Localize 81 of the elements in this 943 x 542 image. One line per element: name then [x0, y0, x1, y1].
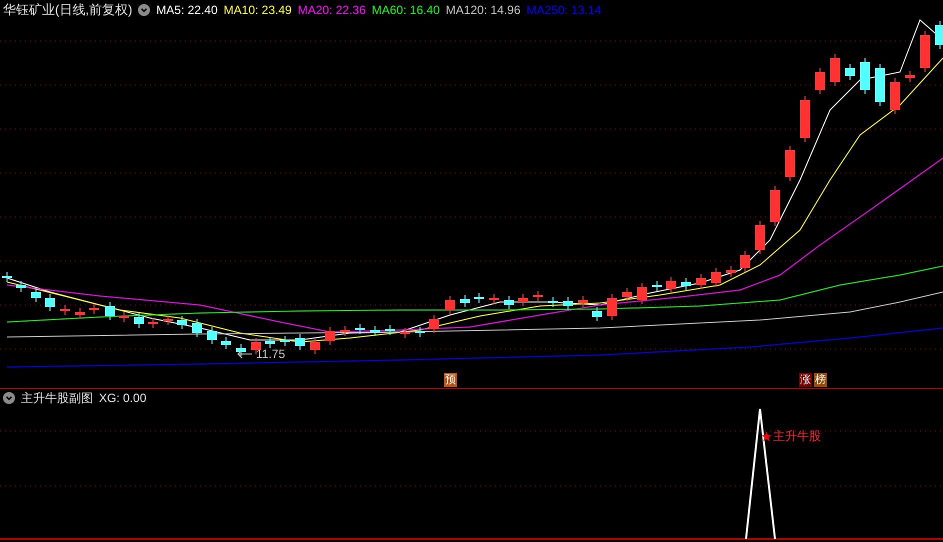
chart-title: 华钰矿业(日线,前复权): [3, 0, 132, 19]
candlestick: [681, 278, 691, 290]
candlestick: [474, 292, 484, 304]
candlestick: [429, 314, 439, 334]
candlestick: [340, 326, 350, 336]
candlestick: [830, 54, 840, 86]
candlestick: [637, 282, 647, 304]
candlestick: [607, 294, 617, 320]
moving-average-value: MA10: 23.49: [224, 2, 292, 18]
star-icon: [761, 430, 772, 442]
candlestick: [548, 296, 558, 308]
candlestick: [236, 344, 246, 356]
moving-average-value: MA20: 22.36: [298, 2, 366, 18]
arrow-icon: [237, 350, 252, 358]
candlestick: [45, 294, 55, 312]
candlestick: [445, 296, 455, 314]
candlestick: [265, 336, 275, 348]
candlestick: [622, 288, 632, 302]
candlestick: [89, 304, 99, 314]
candlestick: [75, 308, 85, 320]
candlestick: [177, 316, 187, 330]
candlestick: [16, 280, 26, 292]
candlestick: [60, 304, 70, 316]
candlestick: [295, 334, 305, 350]
candlestick: [192, 318, 202, 338]
indicator-title: 主升牛股副图: [21, 390, 93, 407]
candlestick: [518, 294, 528, 306]
moving-average-value: MA120: 14.96: [446, 2, 521, 18]
candlestick: [770, 186, 780, 226]
candlestick: [504, 296, 514, 310]
candlestick: [711, 268, 721, 288]
candlestick: [207, 326, 217, 344]
candlestick: [105, 302, 115, 320]
candlestick: [489, 294, 499, 304]
signal-marker: 预: [444, 373, 457, 387]
candlestick: [563, 296, 573, 310]
candlestick: [460, 294, 470, 308]
moving-average-value: MA250: 13.14: [526, 2, 602, 18]
signal-label: 主升牛股: [773, 428, 821, 445]
dropdown-icon[interactable]: [3, 392, 15, 404]
candlestick: [325, 326, 335, 346]
candlestick: [370, 326, 380, 336]
signal-marker: 涨: [799, 373, 812, 387]
candlestick: [800, 96, 810, 142]
candlestick: [875, 64, 885, 106]
candlestick: [652, 280, 662, 292]
candlestick: [920, 30, 930, 72]
candlestick: [726, 266, 736, 278]
candlestick: [119, 312, 129, 322]
candlestick: [385, 324, 395, 336]
candlestick: [666, 276, 676, 294]
candlestick: [845, 64, 855, 80]
candlestick: [533, 290, 543, 302]
candlestick: [935, 20, 943, 50]
candlestick: [310, 338, 320, 354]
candlestick: [221, 336, 231, 350]
indicator-reading: XG: 0.00: [99, 390, 146, 407]
moving-average-value: MA60: 16.40: [372, 2, 440, 18]
candlestick: [148, 318, 158, 328]
candlestick: [400, 328, 410, 338]
candlestick: [890, 78, 900, 114]
candlestick: [355, 324, 365, 334]
candlestick: [280, 336, 290, 346]
candlestick: [696, 274, 706, 290]
candlestick: [815, 68, 825, 94]
signal-marker: 榜: [814, 373, 827, 387]
candlestick: [2, 272, 12, 282]
candlestick: [785, 146, 795, 182]
candlestick: [905, 70, 915, 82]
candlestick: [415, 326, 425, 338]
low-price-label: 11.75: [256, 347, 286, 361]
candlestick: [163, 314, 173, 326]
candlestick: [134, 312, 144, 328]
moving-average-value: MA5: 22.40: [156, 2, 218, 18]
candlestick: [755, 220, 765, 254]
candlestick: [578, 296, 588, 308]
candlestick: [31, 288, 41, 302]
dropdown-icon[interactable]: [138, 4, 150, 16]
candlestick: [860, 58, 870, 94]
candlestick: [592, 306, 602, 322]
candlestick: [740, 250, 750, 272]
